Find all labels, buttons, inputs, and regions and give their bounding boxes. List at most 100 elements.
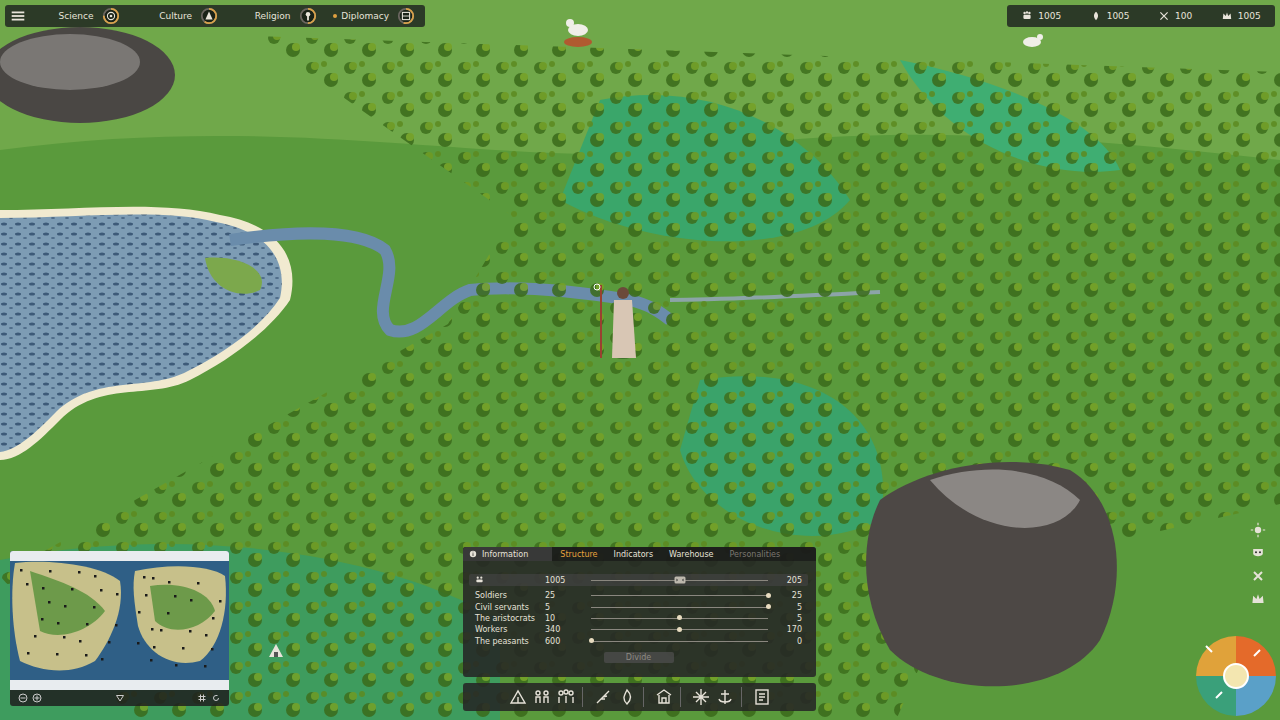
class-value: 170 [772,625,802,634]
slider-knob[interactable] [677,615,682,620]
resource-value: 1005 [1238,11,1261,21]
menu-icon [9,7,27,25]
information-panel: Information Structure Indicators Warehouse P… [463,547,816,677]
class-label: Civil servants [475,603,545,612]
resource-value: 100 [1175,11,1192,21]
title-text: Information [482,550,528,559]
market-icon[interactable] [654,687,674,707]
resource-icon [1021,10,1033,22]
grid-icon[interactable] [197,693,207,703]
resource-icon [1090,10,1102,22]
top-tab[interactable]: Diplomacy [327,7,422,25]
resource-value: 1005 [1038,11,1061,21]
resource-item: 1005 [1090,10,1130,22]
class-row: The aristocrats105 [475,613,802,624]
population-icon [475,575,484,584]
tab-label: Religion [255,11,291,21]
class-slider[interactable] [591,595,768,596]
top-tab[interactable]: Science [31,7,126,25]
summary-assigned: 205 [772,576,802,585]
resource-icon [1158,10,1170,22]
season-wheel[interactable] [1196,636,1276,716]
resource-item: 100 [1158,10,1192,22]
summary-slider[interactable] [591,580,768,581]
progress-ring-icon [200,7,218,25]
minimap-controls [10,690,229,706]
slider-knob[interactable] [589,638,594,643]
fire-icon[interactable] [617,687,637,707]
tab-label: Structure [560,550,597,559]
resource-item: 1005 [1221,10,1261,22]
summary-total: 1005 [545,576,587,585]
toolbar-group [685,687,742,707]
crowd-icon[interactable] [556,687,576,707]
menu-button[interactable] [9,7,27,25]
filter-icon[interactable] [115,693,125,703]
progress-ring-icon [102,7,120,25]
tab-label: Personalities [730,550,781,559]
class-value: 25 [772,591,802,600]
view-controls [197,693,221,703]
season-wheel-icon[interactable] [1196,636,1276,716]
tab-label: Indicators [614,550,654,559]
summary-row: 1005 205 [469,574,808,586]
progress-ring-icon [397,7,415,25]
panel-title: Information [463,547,552,561]
cross-icon[interactable] [1250,568,1266,584]
minimap[interactable] [10,551,229,706]
feather-icon[interactable] [593,687,613,707]
class-total: 340 [545,625,587,634]
action-toolbar [463,683,816,711]
class-row: Civil servants55 [475,601,802,612]
class-label: The peasants [475,637,545,646]
class-value: 5 [772,614,802,623]
rotate-icon[interactable] [211,693,221,703]
class-row: Workers340 170 [475,624,802,635]
slider-knob[interactable] [766,593,771,598]
zoom-in-icon[interactable] [32,693,42,703]
resource-item: 1005 [1021,10,1061,22]
crown-icon[interactable] [1250,591,1266,607]
class-total: 600 [545,637,587,646]
resource-value: 1005 [1107,11,1130,21]
class-total: 5 [545,603,587,612]
panel-tab: Personalities [722,547,789,561]
mask-icon[interactable] [1250,545,1266,561]
compass-icon[interactable] [691,687,711,707]
class-value: 0 [772,637,802,646]
class-label: Workers [475,625,545,634]
slider-knob[interactable] [766,604,771,609]
sun-icon[interactable] [1250,522,1266,538]
people-icon[interactable] [532,687,552,707]
settlement-icon[interactable] [266,640,286,660]
panel-tab[interactable]: Warehouse [661,547,721,561]
anchor-icon[interactable] [715,687,735,707]
slider-knob[interactable] [677,627,682,632]
side-icons [1250,522,1266,607]
top-bar: ScienceCulture Religion Diplomacy [5,5,425,27]
scroll-icon[interactable] [752,687,772,707]
resource-bar: 1005 1005 100 1005 [1007,5,1275,27]
class-slider[interactable] [591,618,768,619]
panel-tabs: Information Structure Indicators Warehouse P… [463,547,816,561]
toolbar-group [502,687,583,707]
tent-icon[interactable] [508,687,528,707]
button-row: Divide [475,652,802,663]
progress-ring-icon [299,7,317,25]
panel-tab[interactable]: Indicators [606,547,662,561]
class-slider[interactable] [591,629,768,630]
panel-tab[interactable]: Structure [552,547,605,561]
zoom-controls [18,693,42,703]
tab-label: Diplomacy [341,11,389,21]
structure-body: 1005205Soldiers2525Civil servants55The a… [463,561,816,667]
minimap-map-icon[interactable] [10,551,229,690]
class-slider[interactable] [591,641,768,642]
top-tab[interactable]: Religion [228,7,323,25]
class-slider[interactable] [591,607,768,608]
toolbar-group [746,687,778,707]
top-tab[interactable]: Culture [130,7,225,25]
resource-icon [1221,10,1233,22]
slider-handle-icon[interactable] [674,576,686,584]
toolbar-group [587,687,644,707]
zoom-out-icon[interactable] [18,693,28,703]
